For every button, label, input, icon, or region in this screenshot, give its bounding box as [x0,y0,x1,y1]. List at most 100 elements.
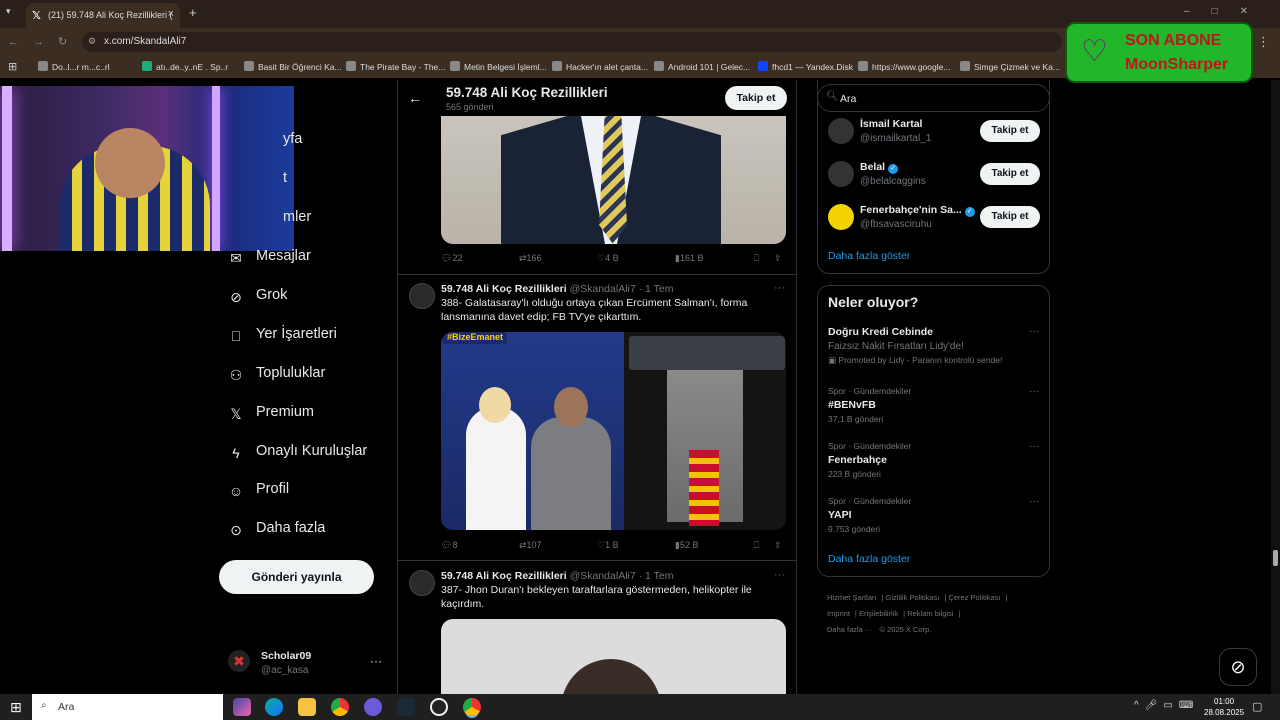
bookmark[interactable]: atı..de..y..nE . Sp..r [142,61,228,72]
nav-more[interactable]: ⊙ Daha fazla [228,520,325,538]
bookmark-icon[interactable]: ⎕ [754,253,759,264]
chrome-icon[interactable] [331,698,349,716]
follow-button[interactable]: Takip et [980,120,1040,142]
steam-icon[interactable] [397,698,415,716]
repost-button[interactable]: ⇄ 166 [519,253,542,264]
apps-grid-icon[interactable]: ⊞ [8,60,17,73]
obs-icon[interactable] [430,698,448,716]
bookmark[interactable]: The Pirate Bay - The... [346,61,445,72]
views-button[interactable]: ▮ 161 B [675,253,703,264]
more-icon[interactable]: ··· [1029,386,1039,397]
nav-premium[interactable]: 𝕏 Premium [228,404,314,422]
trend-item[interactable]: Doğru Kredi Cebinde Faizsiz Nakit Fırsat… [828,326,1043,366]
trends-title: Neler oluyor? [828,294,919,310]
share-icon[interactable]: ⇪ [774,540,782,551]
footer-link[interactable]: Imprint [827,609,850,618]
bookmark[interactable]: https://www.google... [858,61,950,72]
discord-icon[interactable] [364,698,382,716]
page-scrollbar[interactable] [1271,80,1280,694]
avatar [828,161,854,187]
trend-item[interactable]: Spor · Gündemdekiler YAPI 9.753 gönderi … [828,496,1043,534]
search-input[interactable]: 🔍︎ Ara [817,84,1050,112]
follow-button[interactable]: Takip et [980,163,1040,185]
bookmark[interactable]: Hacker'ın alet çanta... [552,61,648,72]
nav-messages[interactable]: ✉ Mesajlar [228,248,311,266]
edge-icon[interactable] [265,698,283,716]
like-button[interactable]: ♡ 4 B [597,253,619,264]
avatar[interactable] [409,283,435,309]
profile-header: ← 59.748 Ali Koç Rezillikleri 565 gönder… [398,80,796,116]
reply-button[interactable]: 💬︎ 8 [441,540,457,551]
avatar[interactable] [409,570,435,596]
clock[interactable]: 01:00 28.08.2025 [1204,696,1244,718]
navigation-buttons[interactable]: ←→↻ [8,35,81,48]
file-explorer-icon[interactable] [298,698,316,716]
back-arrow-icon[interactable]: ← [408,90,422,106]
browser-menu-icon[interactable]: ⋮ [1257,34,1270,50]
bookmark[interactable]: Android 101 | Gelec... [654,61,750,72]
profile-timeline[interactable]: ← 59.748 Ali Koç Rezillikleri 565 gönder… [397,80,797,694]
url-field[interactable]: ⚙ x.com/SkandalAli7 [82,32,1062,52]
more-icon[interactable]: ··· [1029,496,1039,507]
views-button[interactable]: ▮ 52 B [675,540,698,551]
tab-search-icon[interactable]: ▾ [6,6,11,17]
nav-communities[interactable]: ⚇ Topluluklar [228,365,326,383]
post-button[interactable]: Gönderi yayınla [219,560,374,594]
chrome-active-icon[interactable] [463,698,481,716]
footer-link[interactable]: Hizmet Şartları [827,593,877,602]
suggested-account[interactable]: Fenerbahçe'nin Sa... ✓ @fbsavasciruhu Tak… [818,202,1051,242]
nav-profile[interactable]: ☺ Profil [228,481,289,499]
trend-item[interactable]: Spor · Gündemdekiler Fenerbahçe 223 B gö… [828,441,1043,479]
like-button[interactable]: ♡ 1 B [597,540,619,551]
share-icon[interactable]: ⇪ [774,253,782,264]
trend-item[interactable]: Spor · Gündemdekiler #BENvFB 37,1 B gönd… [828,386,1043,424]
footer-link[interactable]: Çerez Politikası [948,593,1000,602]
nav-grok[interactable]: ⊘ Grok [228,287,287,305]
show-more-link[interactable]: Daha fazla göster [828,553,910,565]
footer-link[interactable]: Erişilebilirlik [859,609,898,618]
reply-button[interactable]: 💬︎ 22 [441,253,462,264]
more-icon[interactable]: ··· [774,569,785,581]
search-icon: 🔍︎ [826,91,839,102]
bookmark[interactable]: Metin Belgesi İşleml... [450,61,547,72]
copilot-icon[interactable] [233,698,251,716]
tweet-media-image[interactable] [441,116,786,244]
bookmark[interactable]: Do..l...r m...c..rl [38,61,110,72]
footer-more-link[interactable]: Daha fazla ··· [827,625,872,634]
bookmark[interactable]: fhcd1 — Yandex.Disk [758,61,853,72]
new-tab-button[interactable]: + [189,5,197,20]
follow-button[interactable]: Takip et [980,206,1040,228]
more-icon[interactable]: ··· [370,654,382,668]
nav-notifications[interactable]: mler [283,209,311,225]
nav-verified-orgs[interactable]: ϟ Onaylı Kuruluşlar [228,443,367,461]
nav-home[interactable]: yfa [283,131,302,147]
tab-close-icon[interactable]: × [168,8,174,20]
footer-link[interactable]: Gizlilik Politikası [886,593,940,602]
site-info-icon[interactable]: ⚙ [88,36,96,47]
bookmark[interactable]: Simge Çizmek ve Ka... [960,61,1060,72]
grok-icon[interactable]: ⊘ [1219,648,1257,686]
tweet-media-image[interactable] [441,619,786,694]
windows-start-icon[interactable]: ⊞ [10,699,22,716]
suggested-account[interactable]: İsmail Kartal @ismailkartal_1 Takip et [818,116,1051,156]
bookmark-icon[interactable]: ⎕ [754,540,759,551]
browser-tab[interactable]: 𝕏 (21) 59.748 Ali Koç Rezillikleri ( × [26,3,180,28]
more-icon[interactable]: ··· [774,282,785,294]
taskbar-search[interactable]: ⌕ Ara [32,694,223,720]
verified-badge-icon: ✓ [964,207,975,217]
bookmark[interactable]: Basit Bir Öğrenci Ka... [244,61,342,72]
footer-link[interactable]: Reklam bilgisi [907,609,953,618]
repost-button[interactable]: ⇄ 107 [519,540,542,551]
show-more-link[interactable]: Daha fazla göster [828,250,910,262]
notifications-icon[interactable]: ▢ [1252,700,1262,713]
account-switcher[interactable]: ✖ Scholar09 @ac_kasa ··· [228,648,388,680]
suggested-account[interactable]: Belal ✓ @belalcaggins Takip et [818,159,1051,199]
follow-button[interactable]: Takip et [725,86,787,110]
nav-explore[interactable]: t [283,170,287,186]
more-icon[interactable]: ··· [1029,441,1039,452]
system-tray[interactable]: ^🎤︎▭⌨ [1134,700,1199,711]
window-controls[interactable]: –□✕ [1184,6,1270,17]
nav-bookmarks[interactable]: ⎕ Yer İşaretleri [228,326,337,344]
tweet-media-image[interactable]: #BizeEmanet [441,332,786,530]
more-icon[interactable]: ··· [1029,326,1039,337]
